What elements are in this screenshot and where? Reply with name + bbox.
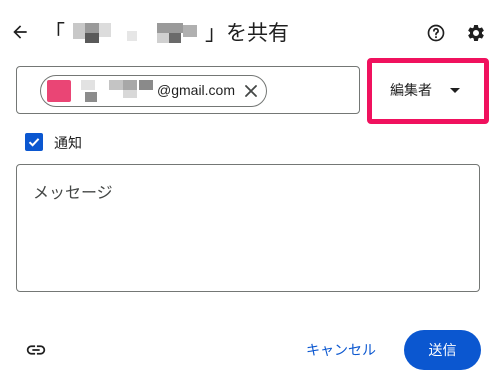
copy-link-button[interactable] <box>22 338 50 362</box>
close-icon <box>245 85 257 97</box>
cancel-button[interactable]: キャンセル <box>298 332 384 368</box>
settings-button[interactable] <box>463 20 489 46</box>
title-open-bracket: 「 <box>44 21 65 45</box>
back-button[interactable] <box>6 18 34 46</box>
redacted-email-user <box>81 80 155 102</box>
send-button[interactable]: 送信 <box>404 330 481 370</box>
checkmark-icon <box>28 138 40 147</box>
title-close-text: 」を共有 <box>205 21 289 45</box>
notify-checkbox[interactable] <box>25 133 43 151</box>
recipient-input[interactable]: @gmail.com <box>16 66 360 114</box>
recipient-email-domain: @gmail.com <box>157 82 236 98</box>
role-selected-label: 編集者 <box>390 83 432 99</box>
message-field[interactable] <box>16 164 480 292</box>
link-icon <box>26 345 46 355</box>
redacted-file-name <box>65 19 205 45</box>
help-button[interactable] <box>423 20 449 46</box>
avatar <box>47 80 71 102</box>
message-textarea[interactable] <box>31 177 455 281</box>
arrow-left-icon <box>13 25 27 39</box>
gear-icon <box>468 24 484 41</box>
remove-recipient-button[interactable] <box>242 82 260 100</box>
dialog-title: 「 」を共有 <box>44 14 289 50</box>
role-dropdown[interactable]: 編集者 <box>390 76 460 104</box>
notify-label: 通知 <box>54 136 82 152</box>
caret-down-icon <box>450 87 460 93</box>
help-circle-icon <box>427 24 445 42</box>
recipient-chip[interactable]: @gmail.com <box>40 75 267 107</box>
